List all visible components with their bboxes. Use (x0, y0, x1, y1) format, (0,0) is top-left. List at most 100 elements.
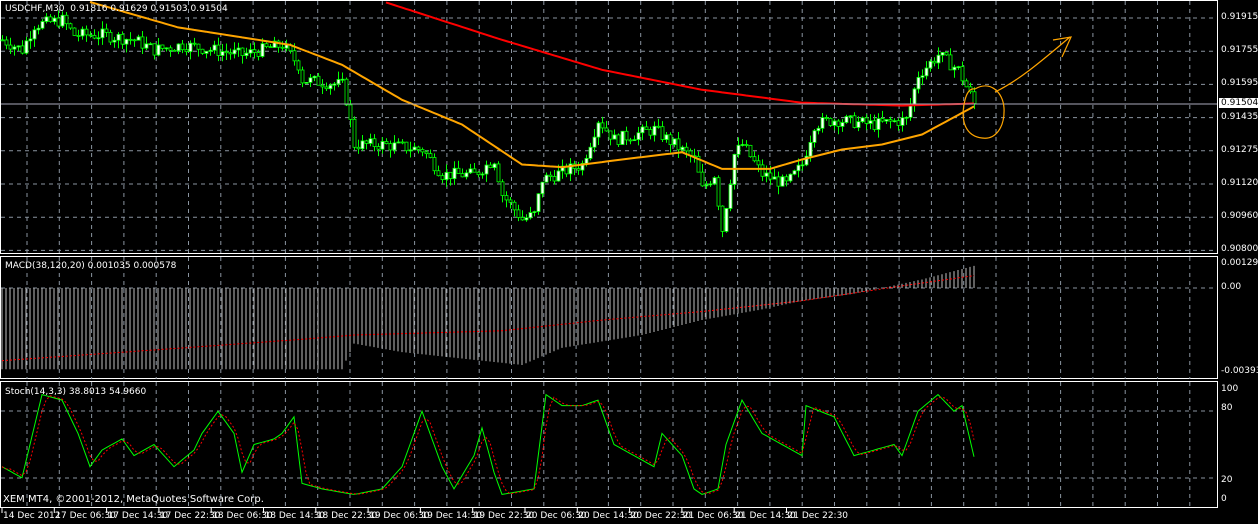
candle-body (224, 51, 229, 54)
candle-body (752, 156, 757, 162)
candle-body (404, 141, 409, 152)
candle-body (528, 212, 533, 219)
candle-body (172, 49, 177, 52)
candle-body (896, 120, 901, 126)
candle-body (184, 49, 189, 53)
candle-body (708, 183, 713, 186)
candle-body (816, 127, 821, 132)
candle-body (784, 176, 789, 182)
candle-body (220, 51, 225, 56)
candle-body (324, 86, 329, 90)
candle-body (768, 172, 773, 180)
candle-body (704, 184, 709, 187)
candle-body (464, 172, 469, 178)
stoch-axis-100: 100 (1221, 384, 1239, 394)
candle-body (460, 173, 465, 178)
candle-body (920, 75, 925, 78)
candle-body (308, 77, 313, 83)
candle-body (132, 39, 137, 42)
candle-body (948, 54, 953, 71)
candle-body (644, 126, 649, 130)
candle-body (844, 116, 849, 123)
candle-body (588, 146, 593, 159)
candle-body (944, 52, 949, 56)
candle-body (20, 45, 25, 54)
candle-body (292, 50, 297, 62)
candle-body (700, 171, 705, 187)
chart-canvas[interactable] (0, 0, 1258, 524)
candle-body (624, 130, 629, 141)
candle-body (264, 43, 269, 48)
candle-body (456, 167, 461, 174)
candle-body (76, 35, 81, 37)
candle-body (764, 172, 769, 177)
candle-body (884, 119, 889, 122)
candle-body (4, 39, 9, 46)
candle-body (168, 47, 173, 51)
candle-body (212, 44, 217, 51)
candle-body (536, 193, 541, 212)
candle-body (504, 195, 509, 201)
candle-body (280, 46, 285, 49)
macd-label: MACD(38,120,20) 0.001035 0.000578 (5, 261, 177, 271)
candle-body (608, 130, 613, 140)
candle-body (744, 144, 749, 146)
candle-body (852, 115, 857, 128)
candle-body (820, 117, 825, 129)
candle-body (228, 52, 233, 55)
candle-body (800, 164, 805, 167)
price-axis-label: 0.91755 (1221, 45, 1258, 56)
candle-body (760, 164, 765, 177)
candle-body (252, 49, 257, 53)
candle-body (960, 66, 965, 82)
price-axis-label: 0.91595 (1221, 78, 1258, 89)
candle-body (156, 44, 161, 56)
candle-body (440, 175, 445, 181)
candle-body (124, 38, 129, 45)
candle-body (832, 120, 837, 126)
candle-body (612, 134, 617, 140)
candle-body (136, 36, 141, 41)
macd-axis-min: -0.00393 (1221, 366, 1258, 376)
candle-body (684, 146, 689, 152)
candle-body (548, 174, 553, 177)
candle-body (892, 120, 897, 123)
candle-body (824, 117, 829, 120)
candle-body (96, 37, 101, 40)
candle-body (436, 170, 441, 177)
fast-moving-average-line (89, 1, 975, 170)
candle-body (328, 84, 333, 90)
candle-body (888, 119, 893, 122)
candle-body (676, 138, 681, 151)
candle-body (904, 116, 909, 119)
time-axis-label: 14 Dec 2012 (3, 511, 61, 521)
time-axis-label: 21 Dec 22:30 (787, 511, 849, 521)
price-axis-label: 0.91915 (1221, 12, 1258, 22)
candle-body (340, 78, 345, 81)
candle-body (848, 115, 853, 118)
candle-body (68, 23, 73, 29)
candle-body (620, 130, 625, 145)
candle-body (164, 47, 169, 50)
candle-body (256, 52, 261, 57)
candle-body (616, 134, 621, 145)
annotation-arrow (994, 36, 1073, 93)
candle-body (72, 27, 77, 36)
candle-body (756, 160, 761, 166)
price-axis-label: 0.91275 (1221, 144, 1258, 155)
candle-body (232, 49, 237, 55)
candle-body (452, 167, 457, 180)
candle-body (356, 146, 361, 150)
candle-body (344, 78, 349, 106)
candle-body (408, 149, 413, 152)
candle-body (248, 49, 253, 54)
candle-body (388, 143, 393, 151)
candle-body (64, 14, 69, 25)
candle-body (740, 144, 745, 146)
macd-axis-max: 0.001296 (1221, 258, 1258, 268)
candle-body (716, 177, 721, 207)
candle-body (736, 144, 741, 155)
candle-body (576, 168, 581, 171)
candle-body (28, 38, 33, 42)
candle-body (672, 138, 677, 146)
